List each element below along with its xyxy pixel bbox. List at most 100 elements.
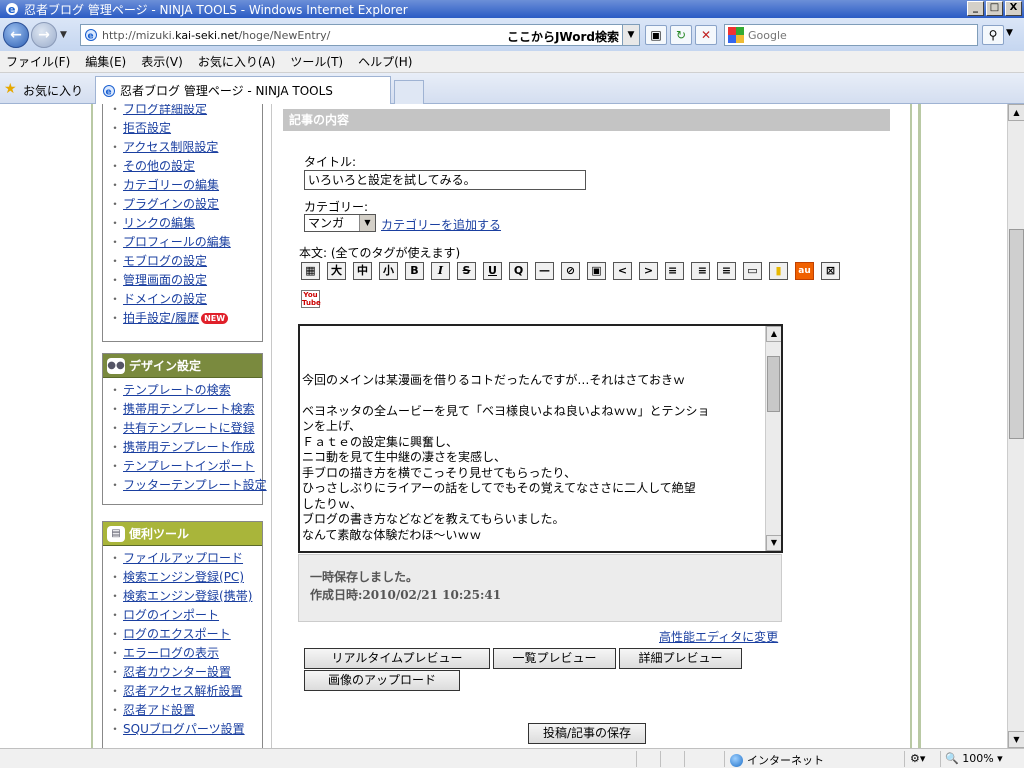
body-textarea[interactable]: 今回のメインは某漫画を借りるコトだったんですが…それはさておきｗ ベヨネッタの全ム… — [298, 324, 783, 553]
link-button[interactable]: ⊘ — [561, 262, 580, 280]
bold-button[interactable]: B — [405, 262, 424, 280]
menu-file[interactable]: ファイル(F) — [6, 53, 70, 70]
sidebar-tools-item[interactable]: ・忍者カウンター設置 — [109, 663, 262, 682]
category-select[interactable]: マンガ ▼ — [304, 214, 376, 232]
sidebar-blog-link[interactable]: 拒否設定 — [123, 121, 171, 135]
sidebar-blog-item[interactable]: ・その他の設定 — [109, 157, 262, 176]
sidebar-design-link[interactable]: 携帯用テンプレート検索 — [123, 402, 255, 416]
sidebar-blog-link[interactable]: その他の設定 — [123, 159, 195, 173]
sidebar-blog-link[interactable]: カテゴリーの編集 — [123, 178, 219, 192]
forward-button[interactable]: → — [31, 22, 57, 48]
body-text[interactable]: 今回のメインは某漫画を借りるコトだったんですが…それはさておきｗ ベヨネッタの全ム… — [302, 326, 764, 551]
sidebar-design-item[interactable]: ・携帯用テンプレート検索 — [109, 400, 262, 419]
sidebar-design-link[interactable]: フッターテンプレート設定 — [123, 478, 267, 492]
sidebar-tools-link[interactable]: 忍者アド設置 — [123, 703, 195, 717]
sidebar-tools-link[interactable]: エラーログの表示 — [123, 646, 219, 660]
youtube-button[interactable]: You Tube — [301, 290, 321, 308]
search-options-dropdown-icon[interactable]: ▼ — [1006, 28, 1013, 38]
sidebar-blog-link[interactable]: ドメインの設定 — [123, 292, 207, 306]
sidebar-blog-item[interactable]: ・プラグインの設定 — [109, 195, 262, 214]
sidebar-blog-item[interactable]: ・管理画面の設定 — [109, 271, 262, 290]
sidebar-tools-link[interactable]: SQUブログパーツ設置 — [123, 722, 245, 736]
list-preview-button[interactable]: 一覧プレビュー — [493, 648, 616, 669]
sidebar-tools-item[interactable]: ・忍者アド設置 — [109, 701, 262, 720]
sidebar-blog-item[interactable]: ・拒否設定 — [109, 119, 262, 138]
font-large-button[interactable]: 大 — [327, 262, 346, 280]
sidebar-tools-link[interactable]: 忍者カウンター設置 — [123, 665, 231, 679]
sidebar-blog-item[interactable]: ・ブログ詳細設定 — [109, 104, 262, 119]
sidebar-blog-link[interactable]: ブログ詳細設定 — [123, 104, 207, 116]
menu-view[interactable]: 表示(V) — [141, 53, 183, 70]
sidebar-design-item[interactable]: ・テンプレートの検索 — [109, 381, 262, 400]
address-dropdown-icon[interactable]: ▼ — [622, 25, 639, 45]
add-category-link[interactable]: カテゴリーを追加する — [381, 216, 501, 233]
sidebar-design-link[interactable]: 共有テンプレートに登録 — [123, 421, 255, 435]
body-scroll-down-icon[interactable]: ▼ — [766, 535, 781, 551]
address-url[interactable]: http://mizuki.kai-seki.net/hoge/NewEntry… — [102, 29, 330, 42]
detail-preview-button[interactable]: 詳細プレビュー — [619, 648, 742, 669]
sidebar-blog-item[interactable]: ・アクセス制限設定 — [109, 138, 262, 157]
sidebar-tools-item[interactable]: ・検索エンジン登録(PC) — [109, 568, 262, 587]
back-button[interactable]: ← — [3, 22, 29, 48]
zoom-dropdown-icon[interactable]: ▾ — [997, 752, 1003, 765]
sidebar-design-link[interactable]: 携帯用テンプレート作成 — [123, 440, 255, 454]
sidebar-tools-link[interactable]: 検索エンジン登録(携帯) — [123, 589, 252, 603]
search-input[interactable] — [748, 28, 968, 42]
font-medium-button[interactable]: 中 — [353, 262, 372, 280]
favorites-star-icon[interactable]: ★ — [4, 81, 17, 97]
image-button[interactable]: ▣ — [587, 262, 606, 280]
sidebar-tools-item[interactable]: ・エラーログの表示 — [109, 644, 262, 663]
high-performance-editor-link[interactable]: 高性能エディタに変更 — [659, 628, 778, 645]
sidebar-tools-item[interactable]: ・ SQUブログパーツ設置 — [109, 720, 262, 739]
sidebar-design-item[interactable]: ・共有テンプレートに登録 — [109, 419, 262, 438]
sidebar-blog-link[interactable]: モブログの設定 — [123, 254, 207, 268]
more-separator-button[interactable]: ▭ — [743, 262, 762, 280]
search-go-icon[interactable]: ⚲ — [982, 25, 1004, 45]
sidebar-tools-link[interactable]: ログのエクスポート — [123, 627, 231, 641]
sidebar-blog-item[interactable]: ・ドメインの設定 — [109, 290, 262, 309]
quote-button[interactable]: Q — [509, 262, 528, 280]
font-small-button[interactable]: 小 — [379, 262, 398, 280]
page-scrollbar[interactable]: ▲ ▼ — [1007, 104, 1024, 748]
post-save-button[interactable]: 投稿/記事の保存 — [528, 723, 646, 744]
horizontal-rule-button[interactable]: — — [535, 262, 554, 280]
favorites-button[interactable]: お気に入り — [23, 82, 83, 99]
page-scroll-up-icon[interactable]: ▲ — [1008, 104, 1024, 121]
sidebar-tools-item[interactable]: ・ログのインポート — [109, 606, 262, 625]
sidebar-blog-link[interactable]: プラグインの設定 — [123, 197, 219, 211]
mobile-emoji-button[interactable]: ▮ — [769, 262, 788, 280]
realtime-preview-button[interactable]: リアルタイムプレビュー — [304, 648, 490, 669]
compatibility-view-icon[interactable]: ▣ — [645, 25, 667, 45]
menu-tools[interactable]: ツール(T) — [290, 53, 343, 70]
sidebar-tools-link[interactable]: ファイルアップロード — [123, 551, 243, 565]
next-tag-button[interactable]: > — [639, 262, 658, 280]
page-scroll-down-icon[interactable]: ▼ — [1008, 731, 1024, 748]
browser-tab-active[interactable]: e 忍者ブログ 管理ページ - NINJA TOOLS — [95, 76, 391, 104]
sidebar-tools-link[interactable]: 検索エンジン登録(PC) — [123, 570, 244, 584]
sidebar-blog-link[interactable]: 拍手設定/履歴 — [123, 311, 199, 325]
image-upload-button[interactable]: 画像のアップロード — [304, 670, 460, 691]
sidebar-tools-item[interactable]: ・ログのエクスポート — [109, 625, 262, 644]
menu-help[interactable]: ヘルプ(H) — [358, 53, 412, 70]
minimize-button[interactable]: _ — [967, 1, 984, 16]
sidebar-blog-item[interactable]: ・プロフィールの編集 — [109, 233, 262, 252]
refresh-icon[interactable]: ↻ — [670, 25, 692, 45]
body-scroll-thumb[interactable] — [767, 356, 780, 412]
sidebar-tools-item[interactable]: ・検索エンジン登録(携帯) — [109, 587, 262, 606]
stop-icon[interactable]: ✕ — [695, 25, 717, 45]
sidebar-tools-item[interactable]: ・ファイルアップロード — [109, 549, 262, 568]
sidebar-blog-link[interactable]: リンクの編集 — [123, 216, 195, 230]
menu-favorites[interactable]: お気に入り(A) — [198, 53, 276, 70]
maximize-button[interactable]: □ — [986, 1, 1003, 16]
jword-search-label[interactable]: ここからJWord検索 — [507, 28, 619, 45]
sidebar-blog-item[interactable]: ・モブログの設定 — [109, 252, 262, 271]
align-right-button[interactable]: ≡ — [691, 262, 710, 280]
sidebar-blog-item[interactable]: ・拍手設定/履歴 NEW — [109, 309, 262, 328]
address-bar[interactable]: e http://mizuki.kai-seki.net/hoge/NewEnt… — [80, 24, 640, 46]
italic-button[interactable]: I — [431, 262, 450, 280]
page-scroll-thumb[interactable] — [1009, 229, 1024, 439]
body-scrollbar[interactable]: ▲ ▼ — [765, 326, 781, 551]
sidebar-design-link[interactable]: テンプレートの検索 — [123, 383, 231, 397]
sidebar-tools-item[interactable]: ・忍者アクセス解析設置 — [109, 682, 262, 701]
sidebar-blog-item[interactable]: ・カテゴリーの編集 — [109, 176, 262, 195]
